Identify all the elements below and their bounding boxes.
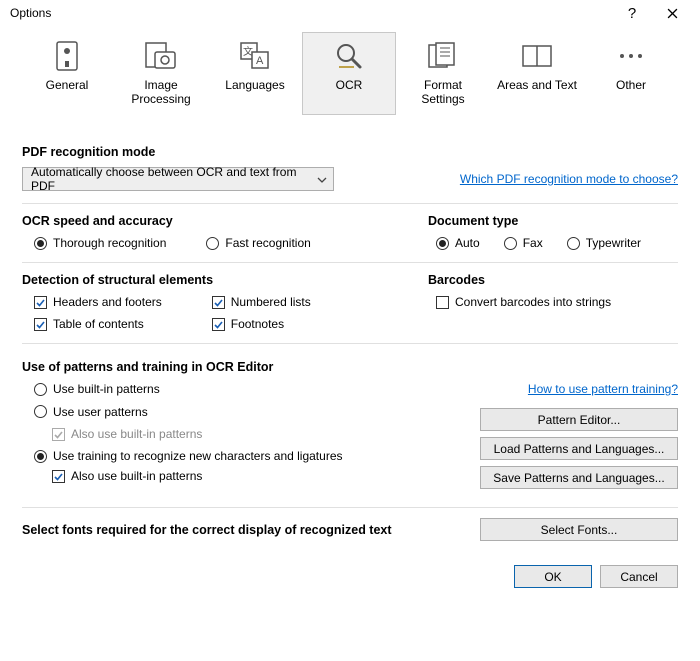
title-bar: Options ? bbox=[0, 0, 700, 26]
fonts-title: Select fonts required for the correct di… bbox=[22, 523, 392, 537]
radio-typewriter[interactable]: Typewriter bbox=[567, 236, 641, 250]
tab-format-settings[interactable]: Format Settings bbox=[396, 32, 490, 115]
tab-image-processing[interactable]: Image Processing bbox=[114, 32, 208, 115]
patterns-help-link[interactable]: How to use pattern training? bbox=[528, 382, 678, 396]
check-toc[interactable]: Table of contents bbox=[34, 317, 162, 331]
structural-title: Detection of structural elements bbox=[22, 273, 408, 295]
image-processing-icon bbox=[144, 39, 178, 73]
dialog-footer: OK Cancel bbox=[0, 553, 700, 602]
radio-user-patterns[interactable]: Use user patterns bbox=[34, 405, 148, 419]
radio-training[interactable]: Use training to recognize new characters… bbox=[34, 449, 343, 463]
other-icon bbox=[614, 39, 648, 73]
section-structural-barcodes: Detection of structural elements Headers… bbox=[22, 263, 678, 343]
patterns-title: Use of patterns and training in OCR Edit… bbox=[22, 360, 678, 382]
pdf-mode-title: PDF recognition mode bbox=[22, 145, 678, 167]
check-also-builtin-2[interactable]: Also use built-in patterns bbox=[52, 469, 202, 483]
ok-button[interactable]: OK bbox=[514, 565, 592, 588]
tab-ocr[interactable]: OCR bbox=[302, 32, 396, 115]
tab-other[interactable]: Other bbox=[584, 32, 678, 115]
areas-text-icon bbox=[520, 39, 554, 73]
window-title: Options bbox=[10, 6, 51, 20]
format-settings-icon bbox=[426, 39, 460, 73]
chevron-down-icon bbox=[317, 172, 327, 186]
load-patterns-button[interactable]: Load Patterns and Languages... bbox=[480, 437, 678, 460]
ocr-icon bbox=[332, 39, 366, 73]
tab-areas-text[interactable]: Areas and Text bbox=[490, 32, 584, 115]
check-convert-barcodes[interactable]: Convert barcodes into strings bbox=[436, 295, 611, 309]
tab-strip: General Image Processing 文A Languages OC… bbox=[0, 26, 700, 115]
general-icon bbox=[50, 39, 84, 73]
radio-fast[interactable]: Fast recognition bbox=[206, 236, 310, 250]
section-pdf-mode: PDF recognition mode Automatically choos… bbox=[22, 127, 678, 203]
tab-languages[interactable]: 文A Languages bbox=[208, 32, 302, 115]
doctype-title: Document type bbox=[428, 214, 678, 236]
pdf-mode-help-link[interactable]: Which PDF recognition mode to choose? bbox=[460, 172, 678, 186]
cancel-button[interactable]: Cancel bbox=[600, 565, 678, 588]
tab-general[interactable]: General bbox=[20, 32, 114, 115]
section-speed-doctype: OCR speed and accuracy Thorough recognit… bbox=[22, 204, 678, 262]
close-button[interactable] bbox=[652, 0, 692, 26]
content-area: PDF recognition mode Automatically choos… bbox=[0, 115, 700, 553]
radio-fax[interactable]: Fax bbox=[504, 236, 543, 250]
speed-title: OCR speed and accuracy bbox=[22, 214, 408, 236]
save-patterns-button[interactable]: Save Patterns and Languages... bbox=[480, 466, 678, 489]
check-headers-footers[interactable]: Headers and footers bbox=[34, 295, 162, 309]
section-fonts: Select fonts required for the correct di… bbox=[22, 508, 678, 553]
svg-text:A: A bbox=[256, 55, 264, 67]
languages-icon: 文A bbox=[238, 39, 272, 73]
section-patterns: Use of patterns and training in OCR Edit… bbox=[22, 344, 678, 507]
close-icon bbox=[667, 8, 678, 19]
barcodes-title: Barcodes bbox=[428, 273, 678, 295]
pattern-editor-button[interactable]: Pattern Editor... bbox=[480, 408, 678, 431]
help-button[interactable]: ? bbox=[612, 0, 652, 26]
radio-auto[interactable]: Auto bbox=[436, 236, 480, 250]
radio-thorough[interactable]: Thorough recognition bbox=[34, 236, 166, 250]
check-numbered-lists[interactable]: Numbered lists bbox=[212, 295, 311, 309]
radio-builtin-patterns[interactable]: Use built-in patterns bbox=[34, 382, 160, 396]
check-footnotes[interactable]: Footnotes bbox=[212, 317, 311, 331]
check-also-builtin-1: Also use built-in patterns bbox=[52, 427, 202, 441]
pdf-mode-dropdown[interactable]: Automatically choose between OCR and tex… bbox=[22, 167, 334, 191]
select-fonts-button[interactable]: Select Fonts... bbox=[480, 518, 678, 541]
